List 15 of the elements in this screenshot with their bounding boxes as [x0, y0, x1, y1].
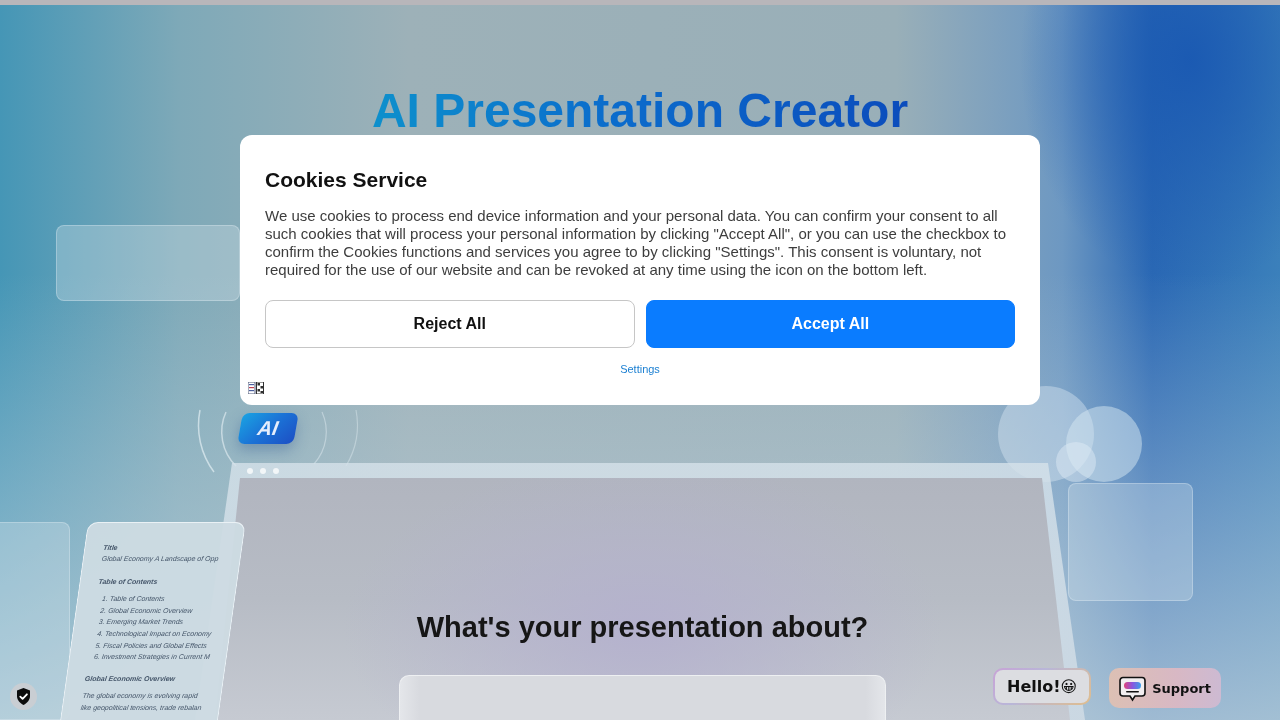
- accept-button[interactable]: Accept All: [645, 300, 1015, 348]
- grid-icon: [248, 382, 264, 394]
- dialog-title: Cookies Service: [265, 167, 429, 192]
- window-dot-icon: [273, 467, 279, 474]
- window-dot-icon: [260, 467, 266, 474]
- shield-check-icon[interactable]: [10, 683, 37, 710]
- chat-bubble-icon: [1119, 674, 1147, 702]
- support-button[interactable]: Support: [1109, 668, 1221, 708]
- prompt-input-field[interactable]: [399, 675, 886, 720]
- window-dot-icon: [247, 467, 253, 474]
- ai-badge: AI: [237, 413, 299, 444]
- reject-button[interactable]: Reject All: [265, 300, 635, 348]
- prompt-heading: What's your presentation about?: [416, 610, 869, 645]
- settings-link[interactable]: Settings: [620, 362, 660, 376]
- dialog-text: We use cookies to process end device information and your personal data. You can confirm your consent to all such cookies that will process your personal information by clicking "Accept All", or you can use the checkbox to confirm the Cookies functions and services you agree to by clicking "Settings". This consent is voluntary, not required for the use of our website and can be revoked at any time using the icon on the bottom left.: [265, 207, 1007, 279]
